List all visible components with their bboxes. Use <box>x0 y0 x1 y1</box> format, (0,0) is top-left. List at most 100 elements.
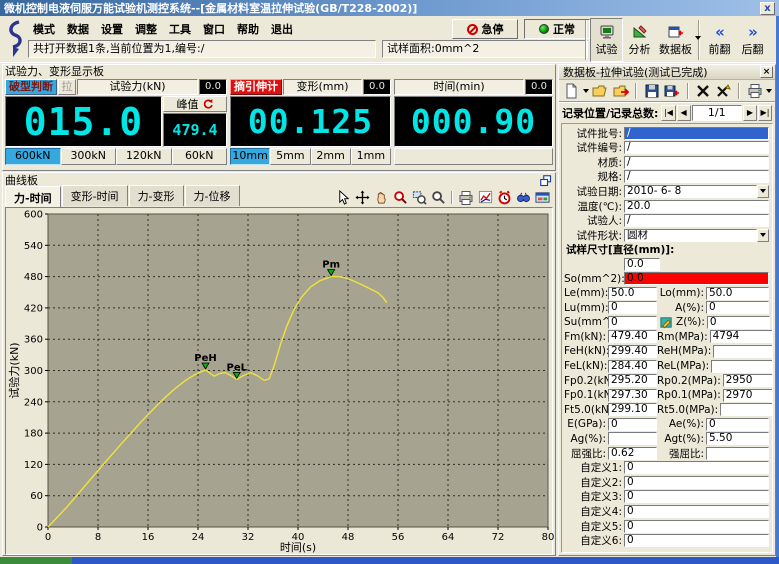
extensometer-button[interactable]: 摘引伸计 <box>230 79 282 95</box>
toolbar-button-2[interactable]: 分析 <box>623 18 656 62</box>
field-value[interactable]: 0 <box>624 490 769 503</box>
field-value[interactable]: 0.0 <box>624 258 660 271</box>
break-detect-button[interactable]: 破型判断 <box>5 79 57 95</box>
field-value[interactable]: / <box>624 214 769 227</box>
curve-tool-cursor-icon[interactable] <box>334 189 352 206</box>
calc-icon[interactable] <box>659 315 676 330</box>
field-value[interactable]: 0 <box>624 534 769 547</box>
field-value[interactable]: 0 <box>624 476 769 489</box>
datasheet-close-button[interactable]: × <box>760 66 773 78</box>
field-value[interactable]: 295.20 <box>608 374 657 387</box>
field-value[interactable]: 4794 <box>710 330 773 343</box>
tab-4[interactable]: 力-位移 <box>185 185 240 206</box>
field-value[interactable]: / <box>624 127 769 140</box>
menu-item-2[interactable]: 数据 <box>62 20 94 38</box>
field-value[interactable]: 5.50 <box>706 432 769 445</box>
range-button-1mm[interactable]: 1mm <box>351 148 391 165</box>
restore-icon[interactable] <box>539 175 553 187</box>
menu-item-7[interactable]: 帮助 <box>232 20 264 38</box>
field-value[interactable] <box>706 447 769 460</box>
field-value[interactable]: 0 <box>624 505 769 518</box>
field-value[interactable]: 0 <box>624 461 769 474</box>
combo-dropdown-button[interactable] <box>757 185 769 198</box>
range-button-2mm[interactable]: 2mm <box>311 148 351 165</box>
field-value[interactable] <box>608 432 657 445</box>
toolbar-button-5[interactable]: »后翻 <box>736 18 769 62</box>
field-value[interactable] <box>711 360 773 373</box>
curve-tool-zoom-in-icon[interactable] <box>391 189 409 206</box>
field-value[interactable]: 圆材 <box>624 229 757 242</box>
field-value[interactable]: / <box>624 156 769 169</box>
datasheet-tool-open-icon[interactable] <box>591 82 610 100</box>
tab-1[interactable]: 力-时间 <box>5 186 61 207</box>
field-value[interactable] <box>713 345 773 358</box>
toolbar-button-4[interactable]: «前翻 <box>703 18 736 62</box>
field-value[interactable]: 299.40 <box>608 345 657 358</box>
field-value[interactable]: 299.10 <box>608 403 657 416</box>
curve-tool-clock-icon[interactable] <box>495 189 513 206</box>
field-value[interactable]: 50.0 <box>608 287 657 300</box>
field-value[interactable]: 284.40 <box>608 360 657 373</box>
curve-tool-hand-icon[interactable] <box>372 189 390 206</box>
field-value[interactable]: / <box>624 170 769 183</box>
menu-item-3[interactable]: 设置 <box>96 20 128 38</box>
field-value[interactable]: 0 <box>707 316 770 329</box>
normal-state-button[interactable]: 正常 <box>524 19 590 39</box>
curve-tool-search-icon[interactable] <box>514 189 532 206</box>
force-time-chart[interactable]: 0816243240485664728006012018024030036042… <box>5 207 553 555</box>
dropdown-arrow-icon[interactable] <box>583 89 589 93</box>
last-record-button[interactable]: ▶| <box>758 105 772 121</box>
curve-tool-chart-icon[interactable] <box>476 189 494 206</box>
first-record-button[interactable]: |◀ <box>661 105 675 121</box>
field-value[interactable]: 0 <box>608 301 657 314</box>
datasheet-tool-save-icon[interactable] <box>642 82 661 100</box>
datasheet-tool-delete-icon[interactable] <box>694 82 713 100</box>
tab-3[interactable]: 力-变形 <box>129 185 184 206</box>
range-button-60kN[interactable]: 60kN <box>172 148 228 165</box>
field-value[interactable]: 0 <box>706 418 769 431</box>
range-button-10mm[interactable]: 10mm <box>230 148 270 165</box>
field-value[interactable]: 0 <box>624 520 769 533</box>
curve-tool-print-icon[interactable] <box>457 189 475 206</box>
field-value[interactable]: 0 <box>706 301 769 314</box>
field-value[interactable]: 2010- 6- 8 <box>624 185 757 198</box>
tab-2[interactable]: 变形-时间 <box>62 185 128 206</box>
field-value[interactable]: 50.0 <box>706 287 769 300</box>
range-button-5mm[interactable]: 5mm <box>270 148 310 165</box>
menu-item-1[interactable]: 模式 <box>28 20 60 38</box>
field-value[interactable]: 20.0 <box>624 200 769 213</box>
dropdown-arrow-icon[interactable] <box>695 36 701 40</box>
menu-item-5[interactable]: 工具 <box>164 20 196 38</box>
datasheet-tool-export-icon[interactable] <box>612 82 631 100</box>
curve-tool-move-icon[interactable] <box>353 189 371 206</box>
menu-item-6[interactable]: 窗口 <box>198 20 230 38</box>
datasheet-tool-new-icon[interactable] <box>562 82 581 100</box>
menu-item-8[interactable]: 退出 <box>266 20 298 38</box>
peak-header[interactable]: 峰值 <box>163 96 227 112</box>
next-record-button[interactable]: ▶ <box>743 105 757 121</box>
prev-record-button[interactable]: ◀ <box>677 105 691 121</box>
field-value[interactable]: 0.0 <box>624 272 769 285</box>
refresh-icon[interactable] <box>202 98 214 110</box>
datasheet-tool-delete-all-icon[interactable] <box>715 82 734 100</box>
window-close-button[interactable]: x <box>760 2 775 15</box>
field-value[interactable]: 297.30 <box>608 389 657 402</box>
field-value[interactable]: / <box>624 141 769 154</box>
toolbar-button-3[interactable]: 数据板 <box>656 18 695 62</box>
menu-item-4[interactable]: 调整 <box>130 20 162 38</box>
combo-dropdown-button[interactable] <box>757 229 769 242</box>
field-value[interactable]: 0 <box>608 316 657 329</box>
range-button-600kN[interactable]: 600kN <box>5 148 61 165</box>
range-button-300kN[interactable]: 300kN <box>61 148 117 165</box>
field-value[interactable]: 2950 <box>723 374 773 387</box>
curve-tool-panel-icon[interactable] <box>533 189 551 206</box>
field-value[interactable]: 2970 <box>723 389 773 402</box>
pull-mode-button[interactable]: 拉 <box>58 79 76 95</box>
curve-tool-zoom-area-icon[interactable] <box>410 189 428 206</box>
field-value[interactable]: 0.62 <box>608 447 657 460</box>
field-value[interactable]: 0 <box>608 418 657 431</box>
datasheet-tool-saveas-icon[interactable] <box>663 82 682 100</box>
range-button-120kN[interactable]: 120kN <box>116 148 172 165</box>
dropdown-arrow-icon[interactable] <box>766 89 772 93</box>
emergency-stop-button[interactable]: 急停 <box>452 19 518 39</box>
